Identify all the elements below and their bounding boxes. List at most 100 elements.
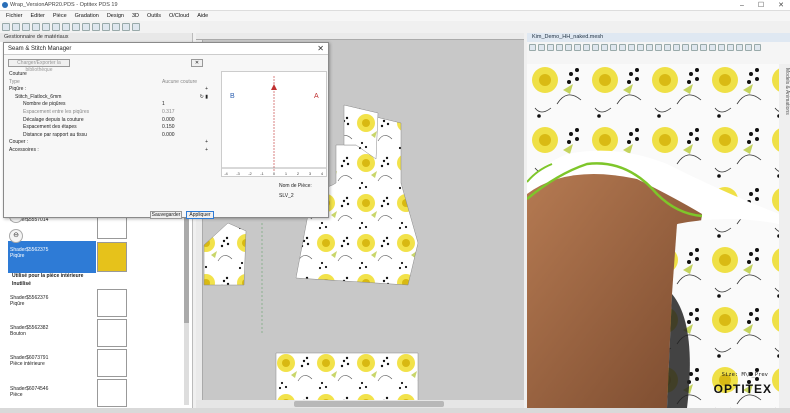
simulate-icon[interactable] (565, 44, 572, 51)
tick-label: 2 (297, 171, 300, 176)
status-bar (0, 408, 790, 413)
esp-value[interactable]: 0.317 (162, 109, 208, 117)
paste-icon[interactable] (62, 23, 70, 31)
3d-view-title: Kim_Demo_HH_naked.mesh (527, 33, 790, 42)
type-label: Type (9, 78, 20, 85)
measure-3d-icon[interactable] (718, 44, 725, 51)
render-icon[interactable] (583, 44, 590, 51)
apply-button[interactable]: Appliquer (186, 211, 214, 219)
delete-icon[interactable]: ✕ (191, 59, 203, 67)
zoom-icon[interactable] (92, 23, 100, 31)
cloth-icon[interactable] (664, 44, 671, 51)
menu-3d[interactable]: 3D (132, 13, 139, 19)
link-icon[interactable] (736, 44, 743, 51)
grid-icon[interactable] (102, 23, 110, 31)
measure-icon[interactable] (122, 23, 130, 31)
menu-ocloud[interactable]: O/Cloud (169, 13, 189, 19)
tension-icon[interactable] (637, 44, 644, 51)
redo-3d-icon[interactable] (754, 44, 761, 51)
window-title: Wrap_VersionAPR20.PDS - Optitex PDS 19 (10, 2, 118, 8)
layer-icon[interactable] (727, 44, 734, 51)
type-value[interactable]: Aucune couture (162, 79, 208, 87)
add-icon[interactable]: + (205, 86, 208, 94)
zoom-out-icon[interactable]: ⊖ (9, 229, 23, 243)
maximize-icon[interactable]: ☐ (758, 0, 764, 11)
stitch-name[interactable]: Stitch_Flatlock_6mm (15, 94, 61, 102)
print-icon[interactable] (32, 23, 40, 31)
menu-outils[interactable]: Outils (147, 13, 161, 19)
3d-toolbar (527, 42, 790, 64)
minimize-icon[interactable]: – (740, 0, 744, 11)
material-swatch[interactable] (97, 319, 127, 347)
3d-scene[interactable] (527, 64, 779, 408)
light-icon[interactable] (601, 44, 608, 51)
menu-editer[interactable]: Editer (31, 13, 45, 19)
side-a-label: A (314, 93, 319, 100)
piqure-header[interactable]: Piqûre : (9, 86, 26, 94)
redo-icon[interactable] (82, 23, 90, 31)
window-title-bar: Wrap_VersionAPR20.PDS - Optitex PDS 19 –… (0, 0, 790, 11)
add-icon[interactable]: + (205, 147, 208, 155)
pin-icon[interactable] (628, 44, 635, 51)
dec-value[interactable]: 0.000 (162, 117, 208, 125)
layers-icon[interactable] (112, 23, 120, 31)
fit-icon[interactable] (646, 44, 653, 51)
material-entry[interactable]: Shader$6074546 Pièce (10, 386, 48, 398)
etapes-value[interactable]: 0.150 (162, 124, 208, 132)
rotate-icon[interactable] (529, 44, 536, 51)
load-library-button[interactable]: Charger/Exporter la bibliothèque (8, 59, 70, 73)
undo-3d-icon[interactable] (745, 44, 752, 51)
vertical-scrollbar[interactable] (184, 213, 189, 405)
avatar-icon[interactable] (655, 44, 662, 51)
couper-header[interactable]: Couper : (9, 139, 28, 147)
undo-icon[interactable] (72, 23, 80, 31)
open-icon[interactable] (12, 23, 20, 31)
refresh-icon[interactable]: ↻ ▮ (200, 94, 208, 102)
dialog-close-icon[interactable]: ✕ (317, 44, 324, 53)
texture-icon[interactable] (610, 44, 617, 51)
copy-icon[interactable] (52, 23, 60, 31)
material-swatch[interactable] (97, 379, 127, 407)
menu-aide[interactable]: Aide (197, 13, 208, 19)
material-swatch[interactable] (97, 289, 127, 317)
menu-gradation[interactable]: Gradation (75, 13, 99, 19)
pan-3d-icon[interactable] (538, 44, 545, 51)
video-icon[interactable] (691, 44, 698, 51)
menu-design[interactable]: Design (107, 13, 124, 19)
dist-value[interactable]: 0.000 (162, 132, 208, 140)
cut-icon[interactable] (42, 23, 50, 31)
menu-piece[interactable]: Pièce (53, 13, 67, 19)
esp-label: Espacement entre les piqûres (23, 108, 90, 115)
material-entry[interactable]: Shader$5562376 Piqûre (10, 295, 48, 307)
close-icon[interactable]: ✕ (778, 0, 784, 11)
tick-label: 1 (285, 171, 288, 176)
zoom-3d-icon[interactable] (547, 44, 554, 51)
grid-3d-icon[interactable] (709, 44, 716, 51)
accessoires-header[interactable]: Accessoires : (9, 147, 39, 155)
new-icon[interactable] (2, 23, 10, 31)
settings-icon[interactable] (700, 44, 707, 51)
save-button[interactable]: Sauvegarder (150, 211, 182, 219)
nb-value[interactable]: 1 (162, 101, 208, 109)
add-icon[interactable]: + (205, 139, 208, 147)
save-icon[interactable] (22, 23, 30, 31)
3d-view-window[interactable]: Kim_Demo_HH_naked.mesh Models & Animatio… (527, 33, 790, 408)
snapshot-icon[interactable] (682, 44, 689, 51)
horizontal-scrollbar[interactable] (196, 400, 524, 408)
piece-name-label: Nom de Pièce: (279, 183, 312, 189)
piece-name-value: SLV_2 (279, 193, 294, 199)
material-entry-selected[interactable]: Shader$5562375 Piqûre (10, 247, 48, 259)
drape-icon[interactable] (556, 44, 563, 51)
material-entry[interactable]: Shader$6073791 Pièce intérieure (10, 355, 48, 367)
material-swatch-yellow[interactable] (97, 242, 127, 272)
camera-icon[interactable] (592, 44, 599, 51)
models-animations-tab[interactable]: Models & Animations (779, 64, 790, 408)
menu-fichier[interactable]: Fichier (6, 13, 23, 19)
stop-icon[interactable] (574, 44, 581, 51)
couture-header[interactable]: Couture (9, 71, 27, 79)
material-entry[interactable]: Shader$5562382 Bouton (10, 325, 48, 337)
stitch-icon[interactable] (619, 44, 626, 51)
export-icon[interactable] (673, 44, 680, 51)
help-icon[interactable] (132, 23, 140, 31)
material-swatch[interactable] (97, 349, 127, 377)
